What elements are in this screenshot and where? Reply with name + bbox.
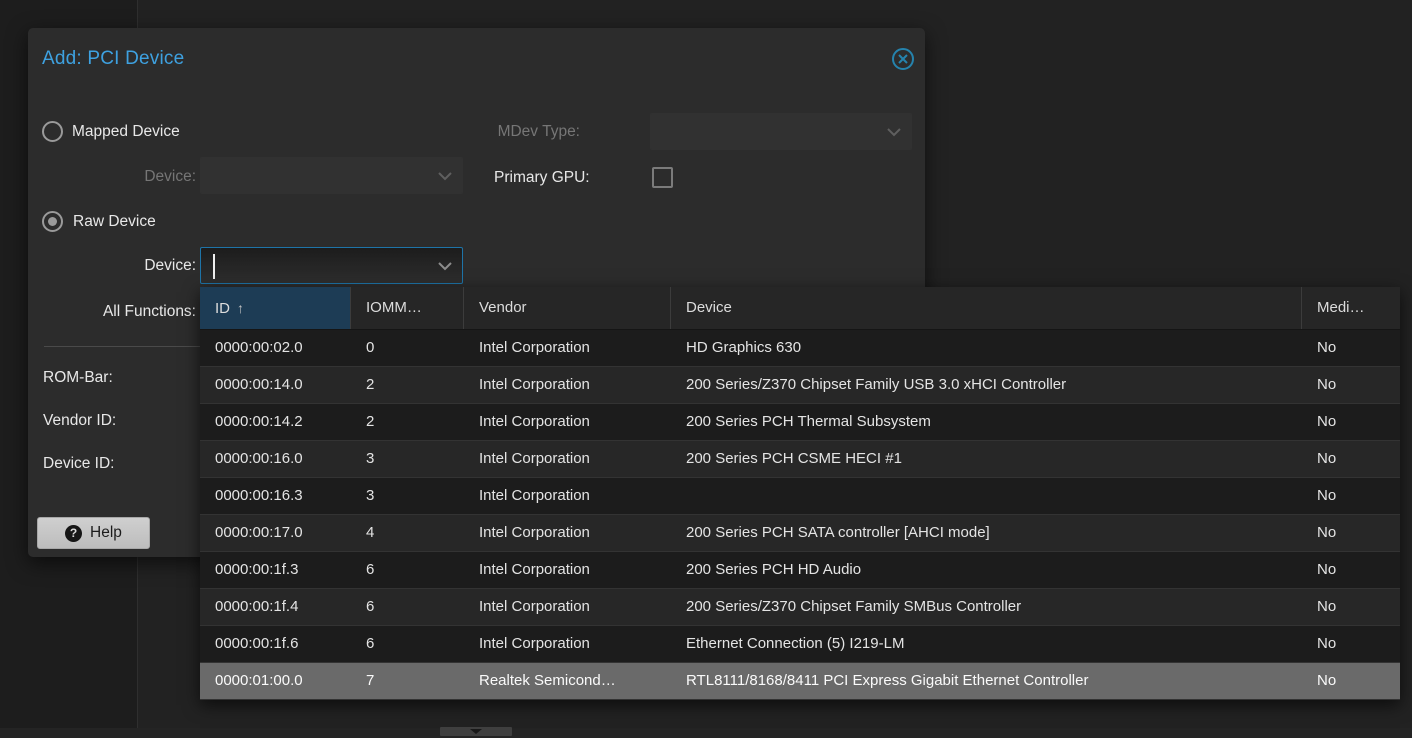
triangle-down-icon xyxy=(470,729,482,734)
cell-id: 0000:00:02.0 xyxy=(200,330,351,366)
mapped-device-field-label: Device: xyxy=(28,168,196,186)
mapped-device-radio[interactable] xyxy=(42,121,63,142)
raw-device-field-label: Device: xyxy=(28,257,196,275)
cell-vendor: Intel Corporation xyxy=(464,367,671,403)
cell-iommu: 6 xyxy=(351,589,464,625)
help-button[interactable]: ? Help xyxy=(37,517,150,549)
table-row[interactable]: 0000:00:02.0 0 Intel Corporation HD Grap… xyxy=(200,330,1400,367)
column-header-device[interactable]: Device xyxy=(671,287,1302,329)
primary-gpu-checkbox[interactable] xyxy=(652,167,673,188)
column-header-mediated[interactable]: Medi… xyxy=(1302,287,1400,329)
cell-mediated: No xyxy=(1302,515,1400,551)
cell-mediated: No xyxy=(1302,404,1400,440)
close-icon[interactable] xyxy=(891,47,915,71)
raw-device-radio-label: Raw Device xyxy=(73,213,156,231)
cell-device: HD Graphics 630 xyxy=(671,330,1302,366)
cell-vendor: Realtek Semicond… xyxy=(464,663,671,699)
question-circle-icon: ? xyxy=(65,525,82,542)
column-header-vendor[interactable]: Vendor xyxy=(464,287,671,329)
rom-bar-label: ROM-Bar: xyxy=(43,369,113,387)
cell-iommu: 6 xyxy=(351,552,464,588)
cell-device: 200 Series/Z370 Chipset Family USB 3.0 x… xyxy=(671,367,1302,403)
mapped-device-combobox[interactable] xyxy=(200,157,463,194)
cell-mediated: No xyxy=(1302,626,1400,662)
cell-mediated: No xyxy=(1302,589,1400,625)
text-caret xyxy=(213,254,215,279)
table-row-highlighted[interactable]: 0000:01:00.0 7 Realtek Semicond… RTL8111… xyxy=(200,663,1400,700)
cell-vendor: Intel Corporation xyxy=(464,441,671,477)
mapped-device-radio-label: Mapped Device xyxy=(72,123,180,141)
chevron-down-icon xyxy=(438,172,452,181)
table-row[interactable]: 0000:00:17.0 4 Intel Corporation 200 Ser… xyxy=(200,515,1400,552)
table-row[interactable]: 0000:00:14.2 2 Intel Corporation 200 Ser… xyxy=(200,404,1400,441)
all-functions-label: All Functions: xyxy=(28,303,196,321)
table-row[interactable]: 0000:00:16.3 3 Intel Corporation No xyxy=(200,478,1400,515)
column-header-iommu[interactable]: IOMM… xyxy=(351,287,464,329)
dialog-title: Add: PCI Device xyxy=(42,48,184,70)
cell-vendor: Intel Corporation xyxy=(464,478,671,514)
device-dropdown-grid: ID↑ IOMM… Vendor Device Medi… 0000:00:02… xyxy=(200,287,1400,700)
cell-id: 0000:00:14.0 xyxy=(200,367,351,403)
cell-id: 0000:00:1f.4 xyxy=(200,589,351,625)
cell-device: 200 Series PCH HD Audio xyxy=(671,552,1302,588)
cell-id: 0000:00:14.2 xyxy=(200,404,351,440)
table-row[interactable]: 0000:00:1f.4 6 Intel Corporation 200 Ser… xyxy=(200,589,1400,626)
cell-device xyxy=(671,478,1302,514)
table-row[interactable]: 0000:00:16.0 3 Intel Corporation 200 Ser… xyxy=(200,441,1400,478)
chevron-down-icon xyxy=(438,262,452,271)
cell-iommu: 2 xyxy=(351,367,464,403)
cell-vendor: Intel Corporation xyxy=(464,589,671,625)
cell-mediated: No xyxy=(1302,330,1400,366)
cell-iommu: 3 xyxy=(351,441,464,477)
cell-device: 200 Series/Z370 Chipset Family SMBus Con… xyxy=(671,589,1302,625)
raw-device-radio[interactable] xyxy=(42,211,63,232)
cell-iommu: 3 xyxy=(351,478,464,514)
cell-id: 0000:00:1f.6 xyxy=(200,626,351,662)
cell-id: 0000:00:17.0 xyxy=(200,515,351,551)
mdev-type-combobox[interactable] xyxy=(650,113,912,150)
cell-iommu: 0 xyxy=(351,330,464,366)
cell-device: 200 Series PCH SATA controller [AHCI mod… xyxy=(671,515,1302,551)
device-combobox[interactable] xyxy=(200,247,463,284)
cell-iommu: 2 xyxy=(351,404,464,440)
cell-mediated: No xyxy=(1302,552,1400,588)
sort-ascending-icon: ↑ xyxy=(237,300,244,316)
cell-device: Ethernet Connection (5) I219-LM xyxy=(671,626,1302,662)
primary-gpu-label: Primary GPU: xyxy=(494,169,590,187)
device-combobox-input[interactable] xyxy=(211,252,428,279)
vendor-id-label: Vendor ID: xyxy=(43,412,116,430)
cell-mediated: No xyxy=(1302,441,1400,477)
cell-vendor: Intel Corporation xyxy=(464,330,671,366)
cell-id: 0000:01:00.0 xyxy=(200,663,351,699)
cell-device: 200 Series PCH Thermal Subsystem xyxy=(671,404,1302,440)
cell-id: 0000:00:16.0 xyxy=(200,441,351,477)
cell-mediated: No xyxy=(1302,663,1400,699)
cell-iommu: 7 xyxy=(351,663,464,699)
cell-mediated: No xyxy=(1302,478,1400,514)
scroll-down-button[interactable] xyxy=(440,727,512,736)
table-row[interactable]: 0000:00:1f.6 6 Intel Corporation Etherne… xyxy=(200,626,1400,663)
cell-vendor: Intel Corporation xyxy=(464,626,671,662)
cell-iommu: 4 xyxy=(351,515,464,551)
cell-mediated: No xyxy=(1302,367,1400,403)
cell-iommu: 6 xyxy=(351,626,464,662)
cell-id: 0000:00:16.3 xyxy=(200,478,351,514)
background-bottom-strip xyxy=(0,728,1412,738)
table-row[interactable]: 0000:00:1f.3 6 Intel Corporation 200 Ser… xyxy=(200,552,1400,589)
device-id-label: Device ID: xyxy=(43,455,115,473)
cell-id: 0000:00:1f.3 xyxy=(200,552,351,588)
help-button-label: Help xyxy=(90,524,122,542)
cell-device: RTL8111/8168/8411 PCI Express Gigabit Et… xyxy=(671,663,1302,699)
grid-header: ID↑ IOMM… Vendor Device Medi… xyxy=(200,287,1400,330)
cell-vendor: Intel Corporation xyxy=(464,404,671,440)
table-row[interactable]: 0000:00:14.0 2 Intel Corporation 200 Ser… xyxy=(200,367,1400,404)
cell-vendor: Intel Corporation xyxy=(464,552,671,588)
cell-vendor: Intel Corporation xyxy=(464,515,671,551)
chevron-down-icon xyxy=(887,128,901,137)
mdev-type-label: MDev Type: xyxy=(408,123,580,141)
column-header-id[interactable]: ID↑ xyxy=(200,287,351,329)
cell-device: 200 Series PCH CSME HECI #1 xyxy=(671,441,1302,477)
